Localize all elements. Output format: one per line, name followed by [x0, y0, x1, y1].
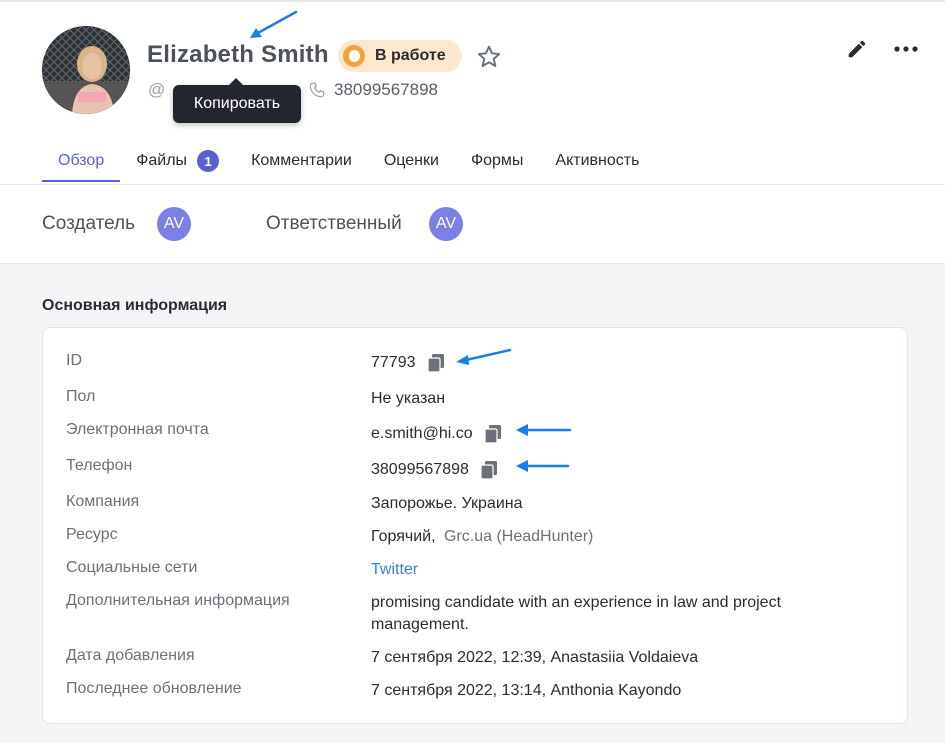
favorite-star-icon[interactable] [476, 44, 502, 70]
tab-ratings[interactable]: Оценки [368, 140, 455, 182]
tab-label: Формы [470, 152, 524, 169]
row-label-email: Электронная почта [66, 421, 209, 438]
row-value-updated: 7 сентября 2022, 13:14, Anthonia Kayondo [371, 682, 682, 699]
annotation-arrow-id [456, 348, 512, 365]
annotation-arrow-phone [516, 460, 570, 472]
annotation-arrow-email [516, 424, 572, 436]
row-value-additional: promising candidate with an experience i… [371, 594, 782, 633]
profile-tabs: Обзор Файлы 1 Комментарии Оценки Формы Ак… [42, 140, 655, 184]
row-label-additional: Дополнительная информация [66, 592, 290, 609]
tab-overview[interactable]: Обзор [42, 140, 121, 182]
status-badge[interactable]: В работе [338, 40, 462, 72]
files-count-badge: 1 [197, 150, 220, 172]
row-value-company: Запорожье. Украина [371, 495, 523, 512]
responsible-label: Ответственный [266, 213, 402, 234]
row-label-social: Социальные сети [66, 559, 198, 576]
row-label-added: Дата добавления [66, 647, 195, 664]
annotation-arrow-name [250, 10, 298, 38]
row-value-source: Горячий, Grc.ua (HeadHunter) [371, 526, 593, 548]
row-label-gender: Пол [66, 388, 96, 405]
tab-files[interactable]: Файлы 1 [120, 140, 235, 182]
row-label-updated: Последнее обновление [66, 680, 242, 697]
edit-pencil-icon[interactable] [846, 38, 868, 60]
creator-avatar[interactable]: AV [157, 207, 191, 241]
tab-label: Комментарии [251, 152, 352, 169]
row-label-phone: Телефон [66, 457, 133, 474]
creator-label: Создатель [42, 213, 136, 234]
twitter-link[interactable]: Twitter [371, 559, 418, 581]
id-value[interactable]: 77793 [371, 354, 416, 371]
tab-label: Оценки [383, 152, 439, 169]
tab-activity[interactable]: Активность [539, 140, 655, 182]
candidate-name[interactable]: Elizabeth Smith [147, 41, 329, 69]
section-title: Основная информация [42, 297, 228, 314]
source-detail: Grc.ua (HeadHunter) [443, 528, 594, 545]
candidate-phone[interactable]: 38099567898 [334, 80, 438, 100]
people-section: Создатель AV Ответственный AV [0, 185, 945, 263]
source-value: Горячий, [371, 528, 436, 545]
row-value-email: e.smith@hi.co [371, 423, 501, 445]
tab-label: Файлы [136, 152, 188, 169]
row-value-phone: 38099567898 [371, 459, 497, 481]
copy-tooltip: Копировать [173, 78, 301, 123]
row-label-company: Компания [66, 493, 140, 510]
phone-icon [309, 82, 325, 98]
copy-phone-icon[interactable] [480, 460, 497, 479]
row-value-gender: Не указан [371, 390, 446, 407]
copy-id-icon[interactable] [427, 353, 444, 372]
row-label-source: Ресурс [66, 526, 118, 543]
tab-comments[interactable]: Комментарии [235, 140, 368, 182]
responsible-avatar[interactable]: AV [429, 207, 463, 241]
phone-value[interactable]: 38099567898 [371, 461, 469, 478]
status-label: В работе [375, 47, 446, 64]
row-value-added: 7 сентября 2022, 12:39, Anastasiia Volda… [371, 649, 699, 666]
tab-label: Активность [555, 152, 640, 169]
more-options-icon[interactable] [893, 41, 919, 57]
row-value-id: 77793 [371, 352, 444, 374]
email-value[interactable]: e.smith@hi.co [371, 425, 473, 442]
copy-email-icon[interactable] [484, 424, 501, 443]
email-at-icon: @ [148, 80, 166, 99]
status-icon [343, 45, 365, 67]
candidate-avatar[interactable] [42, 26, 130, 114]
tooltip-text: Копировать [193, 95, 281, 112]
tab-label: Обзор [58, 152, 105, 169]
tab-forms[interactable]: Формы [455, 140, 539, 182]
row-label-id: ID [66, 352, 82, 369]
